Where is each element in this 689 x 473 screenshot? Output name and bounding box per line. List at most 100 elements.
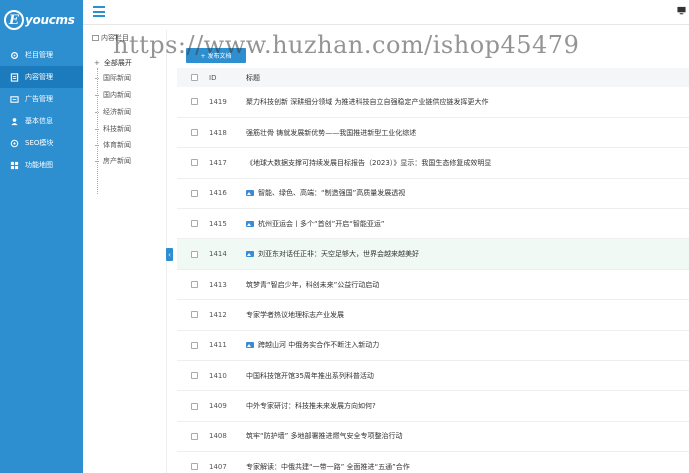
sidebar-item-function-map[interactable]: 功能地图 — [0, 154, 83, 176]
tree-title: 内容栏目 — [92, 33, 129, 43]
row-id: 1409 — [209, 402, 227, 411]
table-row[interactable]: 1414 刘亚东对话任正非：天空足够大，世界会越来越美好 — [177, 238, 689, 270]
category-tree: 内容栏目 + 全部展开 国际新闻 国内新闻 经济新闻 科技新闻 体育新闻 房产新… — [87, 30, 167, 473]
image-icon — [246, 251, 254, 258]
row-id: 1414 — [209, 250, 227, 259]
content-list: + 发布文档 ID 标题 1419 聚力科技创新 深耕细分领域 为推进科技自立自强… — [177, 25, 689, 473]
menu-toggle-icon[interactable] — [93, 6, 105, 17]
tree-item[interactable]: 科技新闻 — [95, 124, 131, 134]
gear-icon — [9, 50, 19, 60]
tree-item[interactable]: 体育新闻 — [95, 140, 131, 150]
row-title-link[interactable]: 跨越山河 中俄务实合作不断注入新动力 — [258, 341, 379, 349]
table-row[interactable]: 1413 筑梦青“智启少年，科创未来”公益行动启动 — [177, 269, 689, 300]
user-icon — [9, 116, 19, 126]
article-table: ID 标题 1419 聚力科技创新 深耕细分领域 为推进科技自立自强稳定产业链供应… — [177, 68, 689, 473]
row-title-link[interactable]: 筑梦青“智启少年，科创未来”公益行动启动 — [246, 281, 379, 289]
sidebar-item-label: 内容管理 — [25, 73, 53, 81]
table-row[interactable]: 1418 强筋壮骨 铸就发展新优势——我国推进新型工业化综述 — [177, 117, 689, 148]
table-row[interactable]: 1415 杭州亚运会丨多个“首创”开启“智能亚运” — [177, 209, 689, 239]
top-bar — [83, 0, 689, 25]
tree-item[interactable]: 国内新闻 — [95, 90, 131, 100]
tree-expand-all[interactable]: + 全部展开 — [94, 58, 132, 68]
row-title-link[interactable]: 杭州亚运会丨多个“首创”开启“智能亚运” — [258, 220, 385, 228]
row-title-link[interactable]: 刘亚东对话任正非：天空足够大，世界会越来越美好 — [258, 250, 419, 258]
row-checkbox[interactable] — [191, 189, 198, 197]
map-icon — [9, 160, 19, 170]
row-checkbox[interactable] — [191, 372, 198, 380]
cloud-icon — [9, 138, 19, 148]
sidebar-item-label: 栏目管理 — [25, 51, 53, 59]
table-header-row: ID 标题 — [177, 68, 689, 87]
row-checkbox[interactable] — [191, 463, 198, 471]
ad-icon — [9, 94, 19, 104]
table-row[interactable]: 1416 智能、绿色、高端：“制造强国”高质量发展透视 — [177, 178, 689, 209]
row-id: 1417 — [209, 158, 227, 167]
row-title-link[interactable]: 中国科技馆开馆35周年推出系列科普活动 — [246, 372, 374, 380]
tree-item[interactable]: 国际新闻 — [95, 73, 131, 83]
row-id: 1408 — [209, 432, 227, 441]
add-document-button[interactable]: + 发布文档 — [186, 48, 246, 63]
table-row[interactable]: 1409 中外专家研讨：科技推未来发展方向如何? — [177, 391, 689, 422]
row-title-link[interactable]: 智能、绿色、高端：“制造强国”高质量发展透视 — [258, 189, 405, 197]
folder-icon — [92, 35, 99, 41]
sidebar-item-seo[interactable]: SEO模块 — [0, 132, 83, 154]
row-checkbox[interactable] — [191, 432, 198, 440]
table-row[interactable]: 1419 聚力科技创新 深耕细分领域 为推进科技自立自强稳定产业链供应链发挥更大作 — [177, 87, 689, 118]
row-checkbox[interactable] — [191, 250, 198, 258]
row-checkbox[interactable] — [191, 311, 198, 319]
row-checkbox[interactable] — [191, 341, 198, 349]
row-checkbox[interactable] — [191, 129, 198, 137]
sidebar-item-label: 基本信息 — [25, 117, 53, 125]
select-all-checkbox[interactable] — [191, 74, 198, 81]
column-header-title: 标题 — [246, 73, 260, 82]
sidebar-item-ad-manage[interactable]: 广告管理 — [0, 88, 83, 110]
collapse-tree-button[interactable]: ‹ — [166, 248, 173, 261]
row-title-link[interactable]: 《地球大数据支撑可持续发展目标报告（2023）》显示：我国生态修复成效明显 — [246, 159, 491, 167]
sidebar-item-label: SEO模块 — [25, 139, 54, 147]
table-row[interactable]: 1410 中国科技馆开馆35周年推出系列科普活动 — [177, 361, 689, 391]
table-row[interactable]: 1407 专家解读：中俄共建“一带一路” 全面推进“五通”合作 — [177, 452, 689, 473]
row-checkbox[interactable] — [191, 281, 198, 289]
row-title-link[interactable]: 聚力科技创新 深耕细分领域 为推进科技自立自强稳定产业链供应链发挥更大作 — [246, 98, 488, 106]
row-title-link[interactable]: 中外专家研讨：科技推未来发展方向如何? — [246, 402, 376, 410]
column-header-id: ID — [209, 73, 217, 82]
image-icon — [246, 220, 254, 227]
row-checkbox[interactable] — [191, 98, 198, 106]
row-title-link[interactable]: 专家解读：中俄共建“一带一路” 全面推进“五通”合作 — [246, 463, 410, 471]
chevron-left-icon: ‹ — [168, 250, 171, 259]
row-id: 1410 — [209, 371, 227, 380]
row-id: 1413 — [209, 280, 227, 289]
tree-item[interactable]: 房产新闻 — [95, 156, 131, 166]
row-id: 1412 — [209, 310, 227, 319]
sidebar-item-column-manage[interactable]: 栏目管理 — [0, 44, 83, 66]
row-id: 1407 — [209, 462, 227, 471]
plus-icon: + — [94, 59, 100, 67]
logo[interactable]: E youcms — [4, 7, 75, 33]
monitor-icon[interactable] — [677, 6, 686, 15]
row-title-link[interactable]: 专家学者热议地理标志产业发展 — [246, 311, 344, 319]
row-checkbox[interactable] — [191, 220, 198, 228]
table-row[interactable]: 1417 《地球大数据支撑可持续发展目标报告（2023）》显示：我国生态修复成效明… — [177, 148, 689, 179]
row-title-link[interactable]: 强筋壮骨 铸就发展新优势——我国推进新型工业化综述 — [246, 129, 416, 137]
document-icon — [9, 72, 19, 82]
image-icon — [246, 190, 254, 197]
sidebar-nav: 栏目管理 内容管理 广告管理 基本信息 SEO模块 功能地图 — [0, 44, 83, 176]
row-checkbox[interactable] — [191, 159, 198, 167]
logo-text: youcms — [25, 13, 75, 27]
row-id: 1416 — [209, 189, 227, 198]
tree-title-label: 内容栏目 — [101, 34, 129, 42]
sidebar-item-basic-info[interactable]: 基本信息 — [0, 110, 83, 132]
tree-root-label: 全部展开 — [103, 59, 132, 67]
row-title-link[interactable]: 筑牢“防护墙” 多地部署推进燃气安全专项整治行动 — [246, 432, 402, 440]
table-row[interactable]: 1412 专家学者热议地理标志产业发展 — [177, 300, 689, 331]
sidebar-item-content-manage[interactable]: 内容管理 — [0, 66, 83, 88]
logo-mark: E — [4, 10, 24, 30]
tree-item[interactable]: 经济新闻 — [95, 107, 131, 117]
row-id: 1415 — [209, 219, 227, 228]
row-id: 1419 — [209, 97, 227, 106]
table-row[interactable]: 1411 跨越山河 中俄务实合作不断注入新动力 — [177, 330, 689, 361]
row-checkbox[interactable] — [191, 402, 198, 410]
table-row[interactable]: 1408 筑牢“防护墙” 多地部署推进燃气安全专项整治行动 — [177, 421, 689, 452]
row-id: 1418 — [209, 128, 227, 137]
sidebar-item-label: 广告管理 — [25, 95, 53, 103]
